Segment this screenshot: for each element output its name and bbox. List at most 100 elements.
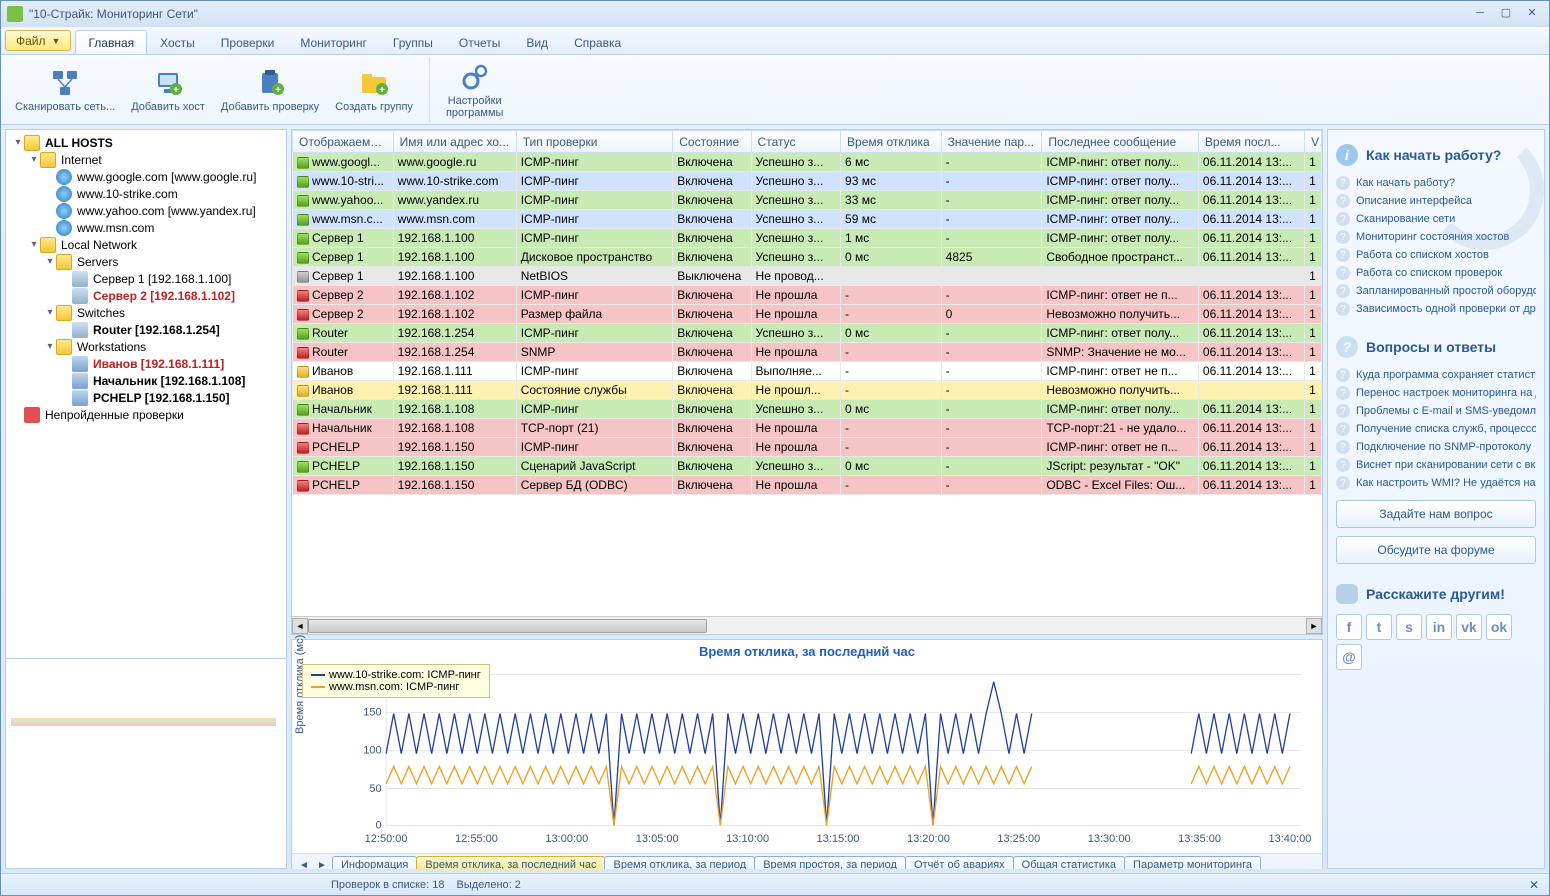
help-link[interactable]: ?Запланированный простой оборудов... [1336,282,1536,300]
help-link[interactable]: ?Как начать работу? [1336,174,1536,192]
table-row[interactable]: Router192.168.1.254SNMPВключенаНе прошла… [293,343,1322,362]
minimize-button[interactable]: ─ [1469,6,1491,22]
tree-node-4[interactable]: www.yahoo.com [www.yandex.ru] [10,202,282,219]
tree-toggle-icon[interactable]: ▾ [44,307,56,318]
tab-4[interactable]: Группы [380,30,446,54]
statusbar-close-icon[interactable]: ✕ [1529,878,1539,892]
help-link[interactable]: ?Виснет при сканировании сети с вк... [1336,456,1536,474]
tree-node-5[interactable]: www.msn.com [10,219,282,236]
help-link[interactable]: ?Описание интерфейса [1336,192,1536,210]
tree-node-14[interactable]: Начальник [192.168.1.108] [10,372,282,389]
table-row[interactable]: www.10-stri...www.10-strike.comICMP-пинг… [293,172,1322,191]
maximize-button[interactable]: ▢ [1495,6,1517,22]
grid-scroll[interactable]: Отображаемо...Имя или адрес хо...Тип про… [292,130,1322,616]
tree-node-2[interactable]: www.google.com [www.google.ru] [10,168,282,185]
table-row[interactable]: Сервер 2192.168.1.102Размер файлаВключен… [293,305,1322,324]
titlebar[interactable]: "10-Страйк: Мониторинг Сети" ─ ▢ ✕ [1,1,1549,27]
close-button[interactable]: ✕ [1521,6,1543,22]
tab-6[interactable]: Вид [513,30,561,54]
tree-node-13[interactable]: Иванов [192.168.1.111] [10,355,282,372]
table-row[interactable]: www.yahoo...www.yandex.ruICMP-пингВключе… [293,191,1322,210]
chart-tab-prev[interactable]: ◄ [296,856,312,869]
share-in-icon[interactable]: in [1426,614,1452,640]
column-header-4[interactable]: Статус [751,131,840,153]
table-row[interactable]: PCHELP192.168.1.150ICMP-пингВключенаНе п… [293,438,1322,457]
forum-button[interactable]: Обсудите на форуме [1336,536,1536,564]
ribbon-add-host[interactable]: +Добавить хост [123,57,213,122]
share-@-icon[interactable]: @ [1336,644,1362,670]
table-row[interactable]: Сервер 1192.168.1.100Дисковое пространст… [293,248,1322,267]
help-link[interactable]: ?Мониторинг состояния хостов [1336,228,1536,246]
tree-node-3[interactable]: www.10-strike.com [10,185,282,202]
help-link[interactable]: ?Как настроить WMI? Не удаётся нас... [1336,474,1536,492]
tab-5[interactable]: Отчеты [446,30,513,54]
column-header-3[interactable]: Состояние [673,131,751,153]
table-row[interactable]: www.msn.c...www.msn.comICMP-пингВключена… [293,210,1322,229]
tree-node-8[interactable]: Сервер 1 [192.168.1.100] [10,270,282,287]
column-header-6[interactable]: Значение пар... [941,131,1042,153]
tree-node-12[interactable]: ▾Workstations [10,338,282,355]
table-row[interactable]: Сервер 1192.168.1.100NetBIOSВыключенаНе … [293,267,1322,286]
help-link[interactable]: ?Куда программа сохраняет статисти... [1336,366,1536,384]
tree-node-7[interactable]: ▾Servers [10,253,282,270]
chart-tab-1[interactable]: Время отклика, за последний час [416,856,605,869]
file-menu-button[interactable]: Файл ▼ [5,30,71,51]
help-link[interactable]: ?Работа со списком проверок [1336,264,1536,282]
ribbon-scan[interactable]: Сканировать сеть... [7,57,123,122]
tree-node-6[interactable]: ▾Local Network [10,236,282,253]
ask-question-button[interactable]: Задайте нам вопрос [1336,500,1536,528]
table-row[interactable]: Сервер 2192.168.1.102ICMP-пингВключенаНе… [293,286,1322,305]
column-header-9[interactable]: V [1305,131,1322,153]
table-row[interactable]: Router192.168.1.254ICMP-пингВключенаУспе… [293,324,1322,343]
tree-toggle-icon[interactable]: ▾ [44,256,56,267]
tab-0[interactable]: Главная [75,30,147,54]
checks-grid[interactable]: Отображаемо...Имя или адрес хо...Тип про… [292,130,1322,495]
ribbon-add-check[interactable]: +Добавить проверку [213,57,327,122]
column-header-5[interactable]: Время отклика [841,131,942,153]
table-row[interactable]: Иванов192.168.1.111Состояние службыВключ… [293,381,1322,400]
chart-tab-0[interactable]: Информация [332,856,417,869]
table-row[interactable]: Иванов192.168.1.111ICMP-пингВключенаВыпо… [293,362,1322,381]
chart-tab-6[interactable]: Параметр мониторинга [1124,856,1261,869]
tree-node-9[interactable]: Сервер 2 [192.168.1.102] [10,287,282,304]
help-link[interactable]: ?Работа со списком хостов [1336,246,1536,264]
tree-toggle-icon[interactable]: ▾ [28,154,40,165]
help-link[interactable]: ?Получение списка служб, процессов... [1336,420,1536,438]
tree-node-1[interactable]: ▾Internet [10,151,282,168]
tree-node-0[interactable]: ▾ALL HOSTS [10,134,282,151]
scroll-right-button[interactable]: ► [1306,618,1322,634]
tree-toggle-icon[interactable]: ▾ [44,341,56,352]
chart-tab-5[interactable]: Общая статистика [1013,856,1125,869]
table-row[interactable]: Начальник192.168.1.108TCP-порт (21)Включ… [293,419,1322,438]
table-row[interactable]: PCHELP192.168.1.150Сценарий JavaScriptВк… [293,457,1322,476]
tree-node-15[interactable]: PCHELP [192.168.1.150] [10,389,282,406]
share-t-icon[interactable]: t [1366,614,1392,640]
help-link[interactable]: ?Перенос настроек мониторинга на д... [1336,384,1536,402]
help-link[interactable]: ?Сканирование сети [1336,210,1536,228]
share-ok-icon[interactable]: ok [1486,614,1512,640]
tree-node-16[interactable]: Непройденные проверки [10,406,282,423]
tree-toggle-icon[interactable]: ▾ [12,137,24,148]
share-f-icon[interactable]: f [1336,614,1362,640]
chart-tab-next[interactable]: ► [314,856,330,869]
tree-toggle-icon[interactable]: ▾ [28,239,40,250]
scroll-left-button[interactable]: ◄ [292,618,308,634]
share-vk-icon[interactable]: vk [1456,614,1482,640]
ribbon-create-group[interactable]: +Создать группу [327,57,421,122]
help-link[interactable]: ?Подключение по SNMP-протоколу [1336,438,1536,456]
table-row[interactable]: PCHELP192.168.1.150Сервер БД (ODBC)Включ… [293,476,1322,495]
help-link[interactable]: ?Зависимость одной проверки от дру... [1336,300,1536,318]
tab-3[interactable]: Мониторинг [287,30,380,54]
tab-1[interactable]: Хосты [147,30,208,54]
tree-node-11[interactable]: Router [192.168.1.254] [10,321,282,338]
column-header-1[interactable]: Имя или адрес хо... [393,131,516,153]
column-header-7[interactable]: Последнее сообщение [1042,131,1199,153]
horizontal-scrollbar[interactable]: ◄ ► [292,616,1322,634]
scroll-thumb[interactable] [308,619,707,633]
tree-node-10[interactable]: ▾Switches [10,304,282,321]
chart-tab-4[interactable]: Отчёт об авариях [905,856,1014,869]
table-row[interactable]: www.googl...www.google.ruICMP-пингВключе… [293,153,1322,172]
table-row[interactable]: Сервер 1192.168.1.100ICMP-пингВключенаУс… [293,229,1322,248]
device-tree[interactable]: ▾ALL HOSTS▾Internetwww.google.com [www.g… [6,130,286,658]
chart-tab-3[interactable]: Время простоя, за период [754,856,906,869]
